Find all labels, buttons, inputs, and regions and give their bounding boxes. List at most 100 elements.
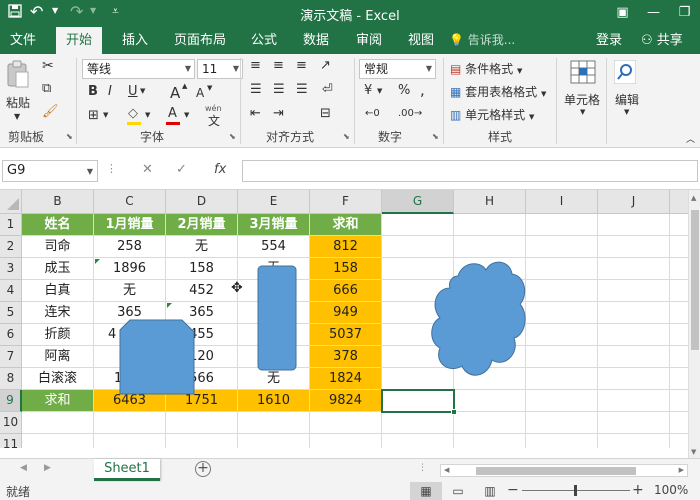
tab-review[interactable]: 审阅 [346, 27, 392, 54]
error-indicator[interactable] [167, 303, 172, 308]
vertical-scrollbar[interactable]: ▲ ▼ [688, 190, 700, 458]
minimize-icon[interactable]: — [638, 0, 669, 27]
share-label: 共享 [656, 33, 683, 48]
underline-dropdown-icon[interactable]: ▼ [140, 87, 145, 95]
conditional-formatting-button[interactable]: ▤ 条件格式 ▼ [450, 60, 522, 77]
tell-me-search[interactable]: 💡 告诉我... [449, 27, 515, 54]
name-box[interactable]: G9 ▼ [2, 160, 98, 182]
underline-button[interactable]: U [128, 84, 138, 99]
prev-sheet-icon[interactable]: ◀ [20, 463, 27, 473]
scroll-down-icon[interactable]: ▼ [691, 448, 696, 456]
border-dropdown-icon[interactable]: ▼ [103, 111, 108, 119]
align-middle-icon[interactable]: ≡ [273, 58, 284, 73]
selected-cell-G9[interactable] [381, 389, 457, 415]
scroll-left-icon[interactable]: ◀ [444, 466, 449, 474]
font-shrink-button[interactable]: A [196, 86, 204, 100]
rounded-rectangle-shape[interactable] [256, 264, 298, 374]
font-name-select[interactable]: 等线 ▼ [82, 59, 195, 79]
enter-icon[interactable]: ✓ [176, 162, 187, 177]
bold-button[interactable]: B [88, 84, 98, 99]
editing-dropdown-icon[interactable]: ▼ [624, 108, 629, 116]
error-indicator[interactable] [95, 259, 100, 264]
font-grow-button[interactable]: A [170, 84, 180, 102]
restore-icon[interactable]: ❐ [669, 0, 700, 27]
decrease-decimal-icon[interactable]: .00→ [398, 108, 422, 119]
currency-button[interactable]: ¥ [364, 83, 372, 98]
paste-button[interactable] [6, 60, 30, 93]
font-launcher-icon[interactable]: ⬊ [229, 132, 236, 141]
tab-split-icon[interactable]: ⋮ [418, 463, 427, 473]
currency-dropdown-icon[interactable]: ▼ [377, 87, 382, 95]
align-center-icon[interactable]: ☰ [273, 82, 285, 97]
scroll-right-icon[interactable]: ▶ [679, 466, 684, 474]
cell-styles-button[interactable]: ▥ 单元格样式 ▼ [450, 106, 534, 123]
align-top-icon[interactable]: ≡ [250, 58, 261, 73]
page-layout-view-icon[interactable]: ▭ [442, 482, 474, 500]
normal-view-icon[interactable]: ▦ [410, 482, 442, 500]
align-bottom-icon[interactable]: ≡ [296, 58, 307, 73]
border-icon[interactable]: ⊞ [88, 108, 99, 123]
number-format-select[interactable]: 常规 ▼ [359, 59, 436, 79]
cells-dropdown-icon[interactable]: ▼ [580, 108, 585, 116]
editing-button[interactable]: 编辑 [615, 91, 639, 108]
scroll-up-icon[interactable]: ▲ [691, 194, 696, 202]
cancel-icon[interactable]: ✕ [142, 162, 153, 177]
font-color-icon[interactable]: A [168, 106, 177, 121]
tab-home[interactable]: 开始 [56, 27, 103, 54]
snipped-rectangle-shape[interactable] [118, 318, 198, 398]
wrap-text-icon[interactable]: ⏎ [322, 82, 333, 97]
worksheet-grid[interactable]: B C D E F G H I J 1 2 3 4 5 6 7 8 9 10 1… [0, 190, 700, 448]
font-size-select[interactable]: 11 ▼ [197, 59, 243, 79]
tab-file[interactable]: 文件 [0, 27, 46, 54]
decrease-indent-icon[interactable]: ⇤ [250, 106, 261, 121]
collapse-ribbon-icon[interactable]: ︿ [686, 132, 695, 145]
cells-button[interactable]: 单元格 [564, 91, 600, 108]
share-button[interactable]: ⚇ 共享 [641, 27, 683, 54]
scroll-thumb[interactable] [476, 467, 636, 475]
format-painter-icon[interactable]: 🖌 [42, 104, 59, 119]
formula-input[interactable] [242, 160, 698, 182]
login-link[interactable]: 登录 [596, 27, 622, 54]
percent-button[interactable]: % [398, 83, 410, 98]
clipboard-launcher-icon[interactable]: ⬊ [66, 132, 73, 141]
insert-function-icon[interactable]: fx [214, 162, 226, 177]
align-right-icon[interactable]: ☰ [296, 82, 308, 97]
fill-color-dropdown-icon[interactable]: ▼ [145, 111, 150, 119]
format-as-table-button[interactable]: ▦ 套用表格格式 ▼ [450, 83, 546, 100]
scroll-thumb[interactable] [691, 210, 699, 350]
zoom-out-icon[interactable]: − [507, 482, 519, 498]
tab-formulas[interactable]: 公式 [241, 27, 287, 54]
merge-center-icon[interactable]: ⊟ [320, 106, 331, 121]
fill-color-icon[interactable]: ◇ [128, 106, 138, 121]
search-icon[interactable] [613, 59, 637, 87]
ribbon-display-icon[interactable]: ▣ [607, 0, 638, 27]
sheet-tab-active[interactable]: Sheet1 [94, 459, 160, 481]
zoom-slider-knob[interactable] [574, 485, 577, 496]
comma-button[interactable]: , [420, 81, 425, 99]
cells-icon[interactable] [570, 60, 596, 87]
add-sheet-icon[interactable]: + [195, 461, 211, 477]
page-break-view-icon[interactable]: ▥ [474, 482, 506, 500]
alignment-launcher-icon[interactable]: ⬊ [343, 132, 350, 141]
italic-button[interactable]: I [108, 84, 112, 99]
tab-insert[interactable]: 插入 [112, 27, 158, 54]
paste-dropdown-icon[interactable]: ▼ [14, 112, 20, 121]
zoom-in-icon[interactable]: + [632, 482, 644, 498]
align-left-icon[interactable]: ☰ [250, 82, 262, 97]
font-color-dropdown-icon[interactable]: ▼ [184, 111, 189, 119]
cloud-shape[interactable] [428, 256, 530, 386]
orientation-icon[interactable]: ↗ [320, 58, 331, 73]
fill-handle[interactable] [451, 409, 457, 415]
paste-label[interactable]: 粘贴 [6, 94, 30, 111]
cut-icon[interactable]: ✂ [42, 58, 54, 74]
horizontal-scrollbar[interactable]: ◀ ▶ [440, 464, 688, 477]
increase-decimal-icon[interactable]: ←0 [365, 108, 380, 119]
copy-icon[interactable]: ⧉ [42, 81, 51, 96]
zoom-level[interactable]: 100% [654, 483, 688, 497]
tab-page-layout[interactable]: 页面布局 [164, 27, 236, 54]
next-sheet-icon[interactable]: ▶ [44, 463, 51, 473]
tab-view[interactable]: 视图 [398, 27, 444, 54]
tab-data[interactable]: 数据 [293, 27, 339, 54]
increase-indent-icon[interactable]: ⇥ [273, 106, 284, 121]
number-launcher-icon[interactable]: ⬊ [432, 132, 439, 141]
